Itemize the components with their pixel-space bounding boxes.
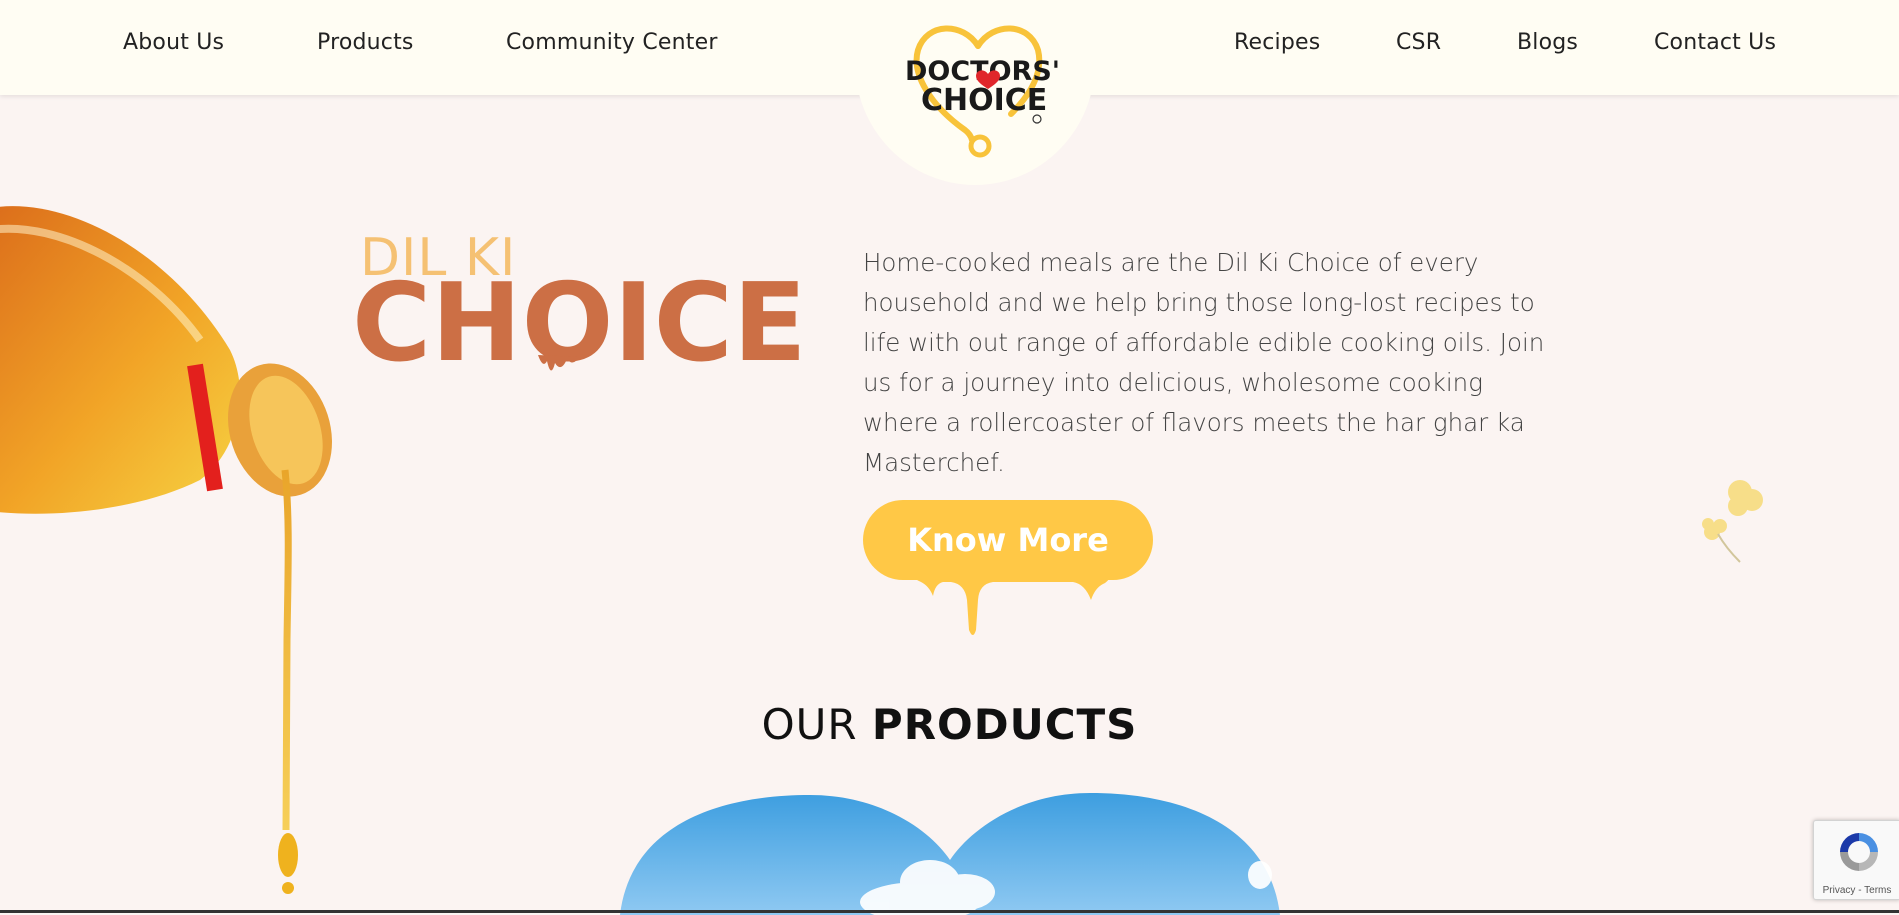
- nav-csr[interactable]: CSR: [1396, 30, 1441, 55]
- oil-bottle-pour-image: [0, 206, 332, 894]
- recaptcha-icon: [1840, 833, 1878, 871]
- recaptcha-badge[interactable]: Privacy - Terms: [1813, 820, 1899, 900]
- know-more-button[interactable]: Know More: [863, 500, 1153, 580]
- logo-text-line2: CHOICE: [921, 83, 1047, 118]
- products-heading-light: OUR: [761, 700, 858, 749]
- nav-blogs[interactable]: Blogs: [1517, 30, 1578, 55]
- mustard-flower-decoration: [1702, 480, 1763, 563]
- nav-products[interactable]: Products: [317, 30, 414, 55]
- doctors-choice-logo[interactable]: DOCTORS' CHOICE: [893, 18, 1063, 163]
- products-heart-sky-image: [620, 793, 1280, 915]
- recaptcha-footer[interactable]: Privacy - Terms: [1814, 885, 1899, 896]
- nav-recipes[interactable]: Recipes: [1234, 30, 1320, 55]
- products-heading-bold: PRODUCTS: [871, 700, 1138, 749]
- nav-contact-us[interactable]: Contact Us: [1654, 30, 1776, 55]
- headline-drip-decoration: [538, 355, 579, 371]
- nav-community-center[interactable]: Community Center: [506, 30, 718, 55]
- nav-about-us[interactable]: About Us: [123, 30, 224, 55]
- hero-description: Home-cooked meals are the Dil Ki Choice …: [863, 247, 1545, 477]
